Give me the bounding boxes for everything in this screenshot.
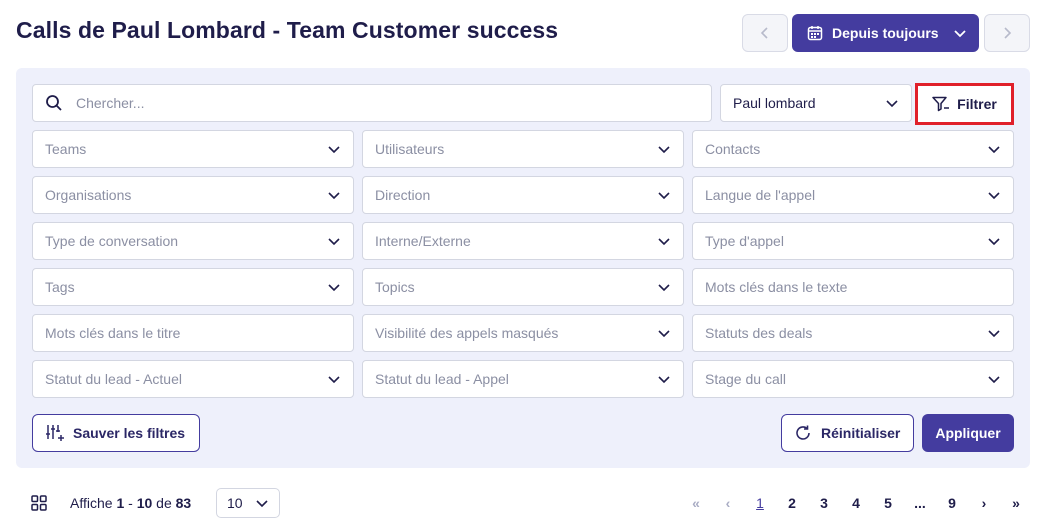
filter-label: Statut du lead - Actuel [45, 371, 182, 387]
filter-keywords-text-input[interactable]: Mots clés dans le texte [692, 268, 1014, 306]
filter-label: Stage du call [705, 371, 786, 387]
page-3[interactable]: 3 [814, 494, 834, 512]
chevron-down-icon [658, 284, 670, 292]
filter-keywords-title-input[interactable]: Mots clés dans le titre [32, 314, 354, 352]
filter-statuts-deals[interactable]: Statuts des deals [692, 314, 1014, 352]
search-icon [46, 95, 62, 111]
page-2[interactable]: 2 [782, 494, 802, 512]
filter-label: Interne/Externe [375, 233, 471, 249]
chevron-down-icon [658, 146, 670, 154]
date-range-button[interactable]: Depuis toujours [792, 14, 979, 52]
per-page-value: 10 [227, 495, 243, 511]
search-placeholder: Chercher... [76, 95, 145, 111]
filter-direction[interactable]: Direction [362, 176, 684, 214]
per-page-select[interactable]: 10 [216, 488, 280, 518]
filter-label: Tags [45, 279, 75, 295]
filter-contacts[interactable]: Contacts [692, 130, 1014, 168]
results-count: Affiche 1 - 10 de 83 [70, 495, 192, 511]
save-filters-label: Sauver les filtres [73, 425, 186, 441]
filter-type-appel[interactable]: Type d'appel [692, 222, 1014, 260]
filter-label: Organisations [45, 187, 132, 203]
filter-button[interactable]: Filtrer [915, 83, 1014, 125]
filter-label: Direction [375, 187, 431, 203]
chevron-down-icon [988, 192, 1000, 200]
filter-stage-call[interactable]: Stage du call [692, 360, 1014, 398]
calendar-icon [807, 26, 823, 41]
filter-label: Topics [375, 279, 415, 295]
apply-button[interactable]: Appliquer [922, 414, 1014, 452]
previous-period-button[interactable] [742, 14, 788, 52]
last-page-button[interactable]: » [1006, 494, 1026, 512]
filter-label: Type d'appel [705, 233, 784, 249]
prev-page-button[interactable]: ‹ [718, 494, 738, 512]
filter-label: Utilisateurs [375, 141, 445, 157]
filter-label: Statuts des deals [705, 325, 813, 341]
user-select-value: Paul lombard [733, 95, 816, 111]
filter-placeholder: Mots clés dans le titre [45, 325, 181, 341]
page-1[interactable]: 1 [750, 494, 770, 512]
sliders-plus-icon [46, 425, 64, 441]
filter-organisations[interactable]: Organisations [32, 176, 354, 214]
filter-label: Statut du lead - Appel [375, 371, 509, 387]
filter-label: Teams [45, 141, 87, 157]
filter-langue[interactable]: Langue de l'appel [692, 176, 1014, 214]
reset-label: Réinitialiser [821, 425, 901, 441]
chevron-down-icon [256, 500, 268, 508]
page-5[interactable]: 5 [878, 494, 898, 512]
chevron-down-icon [988, 238, 1000, 246]
chevron-down-icon [328, 238, 340, 246]
page-9[interactable]: 9 [942, 494, 962, 512]
filter-label: Visibilité des appels masqués [375, 325, 559, 341]
chevron-down-icon [954, 30, 966, 38]
filter-topics[interactable]: Topics [362, 268, 684, 306]
refresh-icon [796, 425, 810, 440]
chevron-down-icon [658, 192, 670, 200]
page-ellipsis: ... [914, 495, 926, 511]
user-select[interactable]: Paul lombard [720, 84, 912, 122]
chevron-right-icon [1004, 27, 1012, 39]
chevron-down-icon [658, 376, 670, 384]
filter-label: Langue de l'appel [705, 187, 816, 203]
filter-button-label: Filtrer [957, 96, 997, 112]
filter-teams[interactable]: Teams [32, 130, 354, 168]
filter-tags[interactable]: Tags [32, 268, 354, 306]
next-page-button[interactable]: › [974, 494, 994, 512]
page-title: Calls de Paul Lombard - Team Customer su… [16, 17, 559, 43]
filter-statut-lead-appel[interactable]: Statut du lead - Appel [362, 360, 684, 398]
chevron-down-icon [886, 100, 898, 108]
chevron-down-icon [328, 284, 340, 292]
first-page-button[interactable]: « [686, 494, 706, 512]
page-4[interactable]: 4 [846, 494, 866, 512]
filter-interne-externe[interactable]: Interne/Externe [362, 222, 684, 260]
chevron-down-icon [658, 330, 670, 338]
date-range-label: Depuis toujours [832, 25, 939, 41]
filter-placeholder: Mots clés dans le texte [705, 279, 848, 295]
chevron-left-icon [760, 27, 768, 39]
chevron-down-icon [658, 238, 670, 246]
chevron-down-icon [988, 330, 1000, 338]
filter-visibilite[interactable]: Visibilité des appels masqués [362, 314, 684, 352]
search-input[interactable]: Chercher... [32, 84, 712, 122]
chevron-down-icon [328, 146, 340, 154]
filter-label: Contacts [705, 141, 761, 157]
save-filters-button[interactable]: Sauver les filtres [32, 414, 200, 452]
chevron-down-icon [988, 376, 1000, 384]
chevron-down-icon [988, 146, 1000, 154]
grid-view-icon[interactable] [31, 495, 47, 511]
next-period-button[interactable] [984, 14, 1030, 52]
filter-statut-lead-actuel[interactable]: Statut du lead - Actuel [32, 360, 354, 398]
chevron-down-icon [328, 376, 340, 384]
filter-icon [932, 96, 950, 112]
chevron-down-icon [328, 192, 340, 200]
reset-button[interactable]: Réinitialiser [781, 414, 914, 452]
filter-label: Type de conversation [45, 233, 179, 249]
filter-type-conversation[interactable]: Type de conversation [32, 222, 354, 260]
filter-utilisateurs[interactable]: Utilisateurs [362, 130, 684, 168]
